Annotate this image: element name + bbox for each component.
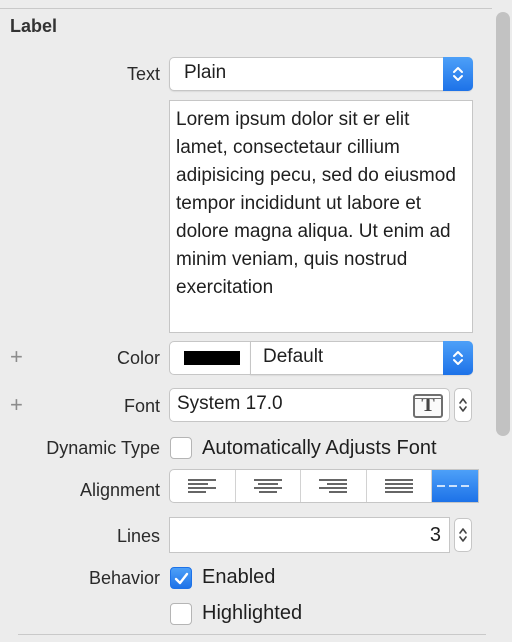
alignment-label: Alignment — [79, 480, 160, 500]
color-popup[interactable]: Default — [250, 341, 473, 375]
scrollbar[interactable] — [492, 0, 512, 642]
lines-value: 3 — [429, 524, 441, 546]
lines-label: Lines — [116, 526, 160, 546]
scrollbar-thumb[interactable] — [496, 12, 510, 436]
behavior-label: Behavior — [88, 568, 160, 588]
font-label: Font — [123, 396, 160, 416]
alignment-segmented-control[interactable] — [169, 469, 479, 503]
align-right-icon[interactable] — [301, 470, 367, 502]
font-picker-icon[interactable]: T — [413, 394, 443, 418]
highlighted-label: Highlighted — [202, 602, 303, 624]
color-swatch — [184, 351, 240, 365]
align-natural-icon[interactable] — [432, 470, 478, 502]
stepper-arrows-icon — [459, 528, 467, 542]
color-value: Default — [263, 346, 324, 367]
top-divider — [0, 8, 492, 9]
align-center-icon[interactable] — [236, 470, 302, 502]
dynamic-type-label: Dynamic Type — [46, 438, 160, 458]
label-text-area[interactable]: Lorem ipsum dolor sit er elit lamet, con… — [169, 100, 473, 333]
enabled-checkbox[interactable] — [170, 567, 192, 589]
text-type-value: Plain — [184, 62, 227, 83]
lines-input[interactable]: 3 — [169, 517, 450, 553]
align-justified-icon[interactable] — [367, 470, 433, 502]
popup-arrows-icon — [443, 341, 473, 375]
lines-stepper[interactable] — [454, 518, 472, 552]
font-value: System 17.0 — [177, 393, 283, 414]
checkmark-icon — [174, 572, 189, 585]
stepper-arrows-icon — [459, 398, 467, 412]
adjusts-font-checkbox[interactable] — [170, 437, 192, 459]
color-swatch-well[interactable] — [169, 341, 251, 375]
bottom-divider — [18, 634, 486, 635]
adjusts-font-label: Automatically Adjusts Font — [202, 437, 437, 459]
text-type-popup[interactable]: Plain — [169, 57, 473, 91]
popup-arrows-icon — [443, 57, 473, 91]
font-size-stepper[interactable] — [454, 388, 472, 422]
color-label: Color — [116, 348, 160, 368]
highlighted-checkbox[interactable] — [170, 603, 192, 625]
enabled-label: Enabled — [202, 566, 276, 588]
text-label: Text — [126, 64, 160, 84]
section-title: Label — [10, 16, 58, 36]
align-left-icon[interactable] — [170, 470, 236, 502]
font-field[interactable]: System 17.0 T — [169, 388, 450, 422]
